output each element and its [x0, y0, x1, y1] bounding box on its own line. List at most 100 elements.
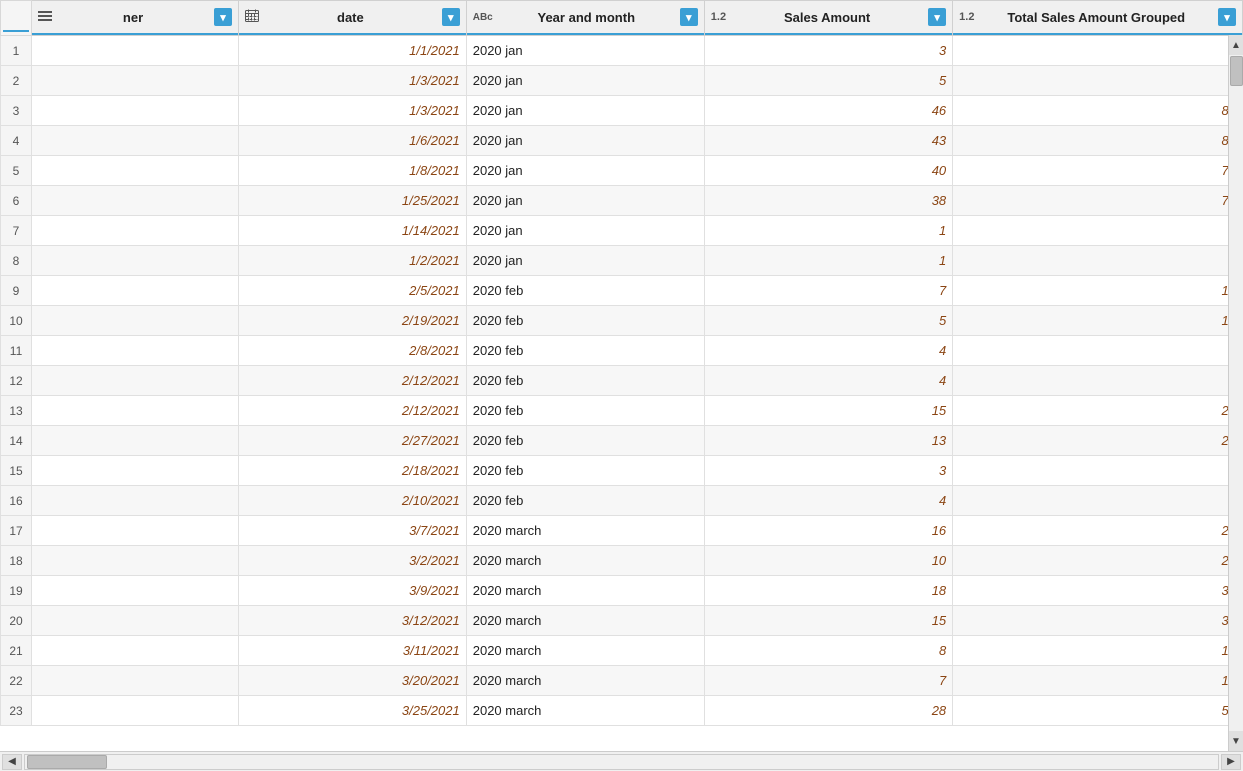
row-number: 10	[1, 306, 32, 336]
cell-customer	[32, 666, 239, 696]
table-row: 92/5/20212020 feb712	[1, 276, 1243, 306]
cell-salesamount: 16	[704, 516, 952, 546]
cell-customer	[32, 336, 239, 366]
cell-date: 3/20/2021	[239, 666, 467, 696]
row-number: 3	[1, 96, 32, 126]
date-type-icon	[245, 9, 259, 26]
cell-yearmonth: 2020 march	[466, 576, 704, 606]
cell-yearmonth: 2020 march	[466, 666, 704, 696]
main-area: ner dateABcYear and month1.2Sales Amount…	[0, 0, 1243, 771]
cell-customer	[32, 126, 239, 156]
main-container: ner dateABcYear and month1.2Sales Amount…	[0, 0, 1243, 771]
cell-totalsales: 8	[953, 366, 1243, 396]
header-totalsales: 1.2Total Sales Amount Grouped	[953, 1, 1243, 36]
cell-customer	[32, 546, 239, 576]
cell-yearmonth: 2020 feb	[466, 456, 704, 486]
row-number: 21	[1, 636, 32, 666]
cell-yearmonth: 2020 march	[466, 516, 704, 546]
scroll-up-button[interactable]: ▲	[1229, 35, 1243, 55]
horizontal-scrollbar[interactable]: ◀ ▶	[0, 751, 1243, 771]
cell-salesamount: 40	[704, 156, 952, 186]
cell-totalsales: 8	[953, 36, 1243, 66]
row-number: 14	[1, 426, 32, 456]
cell-yearmonth: 2020 jan	[466, 186, 704, 216]
table-row: 61/25/20212020 jan3878	[1, 186, 1243, 216]
cell-salesamount: 10	[704, 546, 952, 576]
totalsales-header-label: Total Sales Amount Grouped	[978, 10, 1214, 25]
cell-date: 3/11/2021	[239, 636, 467, 666]
cell-date: 1/2/2021	[239, 246, 467, 276]
cell-date: 2/12/2021	[239, 366, 467, 396]
cell-totalsales: 33	[953, 606, 1243, 636]
row-number: 5	[1, 156, 32, 186]
scroll-h-thumb[interactable]	[27, 755, 107, 769]
row-number: 22	[1, 666, 32, 696]
cell-date: 3/9/2021	[239, 576, 467, 606]
cell-date: 3/12/2021	[239, 606, 467, 636]
table-row: 71/14/20212020 jan12	[1, 216, 1243, 246]
cell-totalsales: 89	[953, 96, 1243, 126]
yearmonth-header-label: Year and month	[497, 10, 676, 25]
row-number: 17	[1, 516, 32, 546]
totalsales-dropdown-button[interactable]	[1218, 8, 1236, 26]
scroll-left-button[interactable]: ◀	[2, 754, 22, 770]
scroll-v-thumb[interactable]	[1230, 56, 1243, 86]
cell-yearmonth: 2020 jan	[466, 66, 704, 96]
cell-salesamount: 46	[704, 96, 952, 126]
table-body: 11/1/20212020 jan3821/3/20212020 jan5831…	[1, 36, 1243, 726]
cell-totalsales: 15	[953, 666, 1243, 696]
cell-totalsales: 58	[953, 696, 1243, 726]
yearmonth-dropdown-button[interactable]	[680, 8, 698, 26]
table-row: 193/9/20212020 march1833	[1, 576, 1243, 606]
table-row: 21/3/20212020 jan58	[1, 66, 1243, 96]
cell-totalsales: 8	[953, 66, 1243, 96]
cell-salesamount: 3	[704, 36, 952, 66]
cell-totalsales: 7	[953, 456, 1243, 486]
table-scroll: ner dateABcYear and month1.2Sales Amount…	[0, 0, 1243, 751]
header-salesamount: 1.2 Sales Amount	[704, 1, 952, 36]
customer-header-label: ner	[56, 10, 210, 25]
cell-yearmonth: 2020 jan	[466, 156, 704, 186]
cell-salesamount: 4	[704, 486, 952, 516]
cell-totalsales: 7	[953, 486, 1243, 516]
cell-customer	[32, 246, 239, 276]
cell-yearmonth: 2020 feb	[466, 276, 704, 306]
vertical-scrollbar[interactable]: ▲ ▼	[1228, 35, 1243, 751]
cell-customer	[32, 636, 239, 666]
cell-totalsales: 26	[953, 546, 1243, 576]
cell-totalsales: 78	[953, 186, 1243, 216]
cell-yearmonth: 2020 feb	[466, 366, 704, 396]
cell-customer	[32, 576, 239, 606]
header-date: date	[239, 1, 467, 36]
data-table: ner dateABcYear and month1.2Sales Amount…	[0, 0, 1243, 726]
cell-yearmonth: 2020 jan	[466, 246, 704, 276]
scroll-right-button[interactable]: ▶	[1221, 754, 1241, 770]
cell-yearmonth: 2020 jan	[466, 36, 704, 66]
date-dropdown-button[interactable]	[442, 8, 460, 26]
table-row: 41/6/20212020 jan4389	[1, 126, 1243, 156]
salesamount-dropdown-button[interactable]	[928, 8, 946, 26]
row-number: 12	[1, 366, 32, 396]
cell-salesamount: 1	[704, 246, 952, 276]
cell-customer	[32, 156, 239, 186]
cell-date: 1/1/2021	[239, 36, 467, 66]
cell-yearmonth: 2020 march	[466, 696, 704, 726]
cell-customer	[32, 216, 239, 246]
row-number: 9	[1, 276, 32, 306]
salesamount-header-label: Sales Amount	[730, 10, 924, 25]
header-customer: ner	[32, 1, 239, 36]
table-row: 81/2/20212020 jan12	[1, 246, 1243, 276]
cell-yearmonth: 2020 march	[466, 606, 704, 636]
cell-totalsales: 2	[953, 216, 1243, 246]
cell-salesamount: 1	[704, 216, 952, 246]
table-row: 51/8/20212020 jan4078	[1, 156, 1243, 186]
cell-totalsales: 26	[953, 516, 1243, 546]
cell-date: 3/2/2021	[239, 546, 467, 576]
salesamount-type-icon: 1.2	[711, 11, 726, 23]
scroll-down-button[interactable]: ▼	[1229, 731, 1243, 751]
cell-date: 1/3/2021	[239, 66, 467, 96]
row-number: 23	[1, 696, 32, 726]
table-row: 173/7/20212020 march1626	[1, 516, 1243, 546]
table-row: 213/11/20212020 march815	[1, 636, 1243, 666]
customer-dropdown-button[interactable]	[214, 8, 232, 26]
